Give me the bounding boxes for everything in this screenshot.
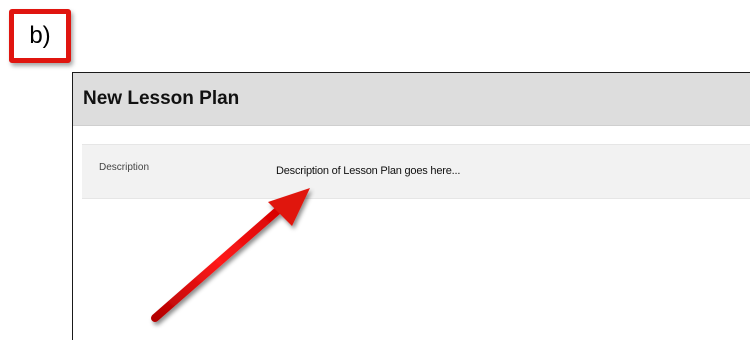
panel-header: New Lesson Plan [73, 73, 750, 126]
step-label-text: b) [29, 22, 51, 49]
lesson-plan-panel: New Lesson Plan Description Description … [72, 72, 750, 340]
description-label: Description [99, 162, 150, 173]
step-label-badge: b) [9, 9, 71, 63]
description-value[interactable]: Description of Lesson Plan goes here... [276, 165, 460, 177]
screenshot-canvas: b) New Lesson Plan Description Descripti… [0, 0, 750, 340]
description-row: Description Description of Lesson Plan g… [82, 144, 750, 199]
page-title: New Lesson Plan [83, 88, 240, 109]
